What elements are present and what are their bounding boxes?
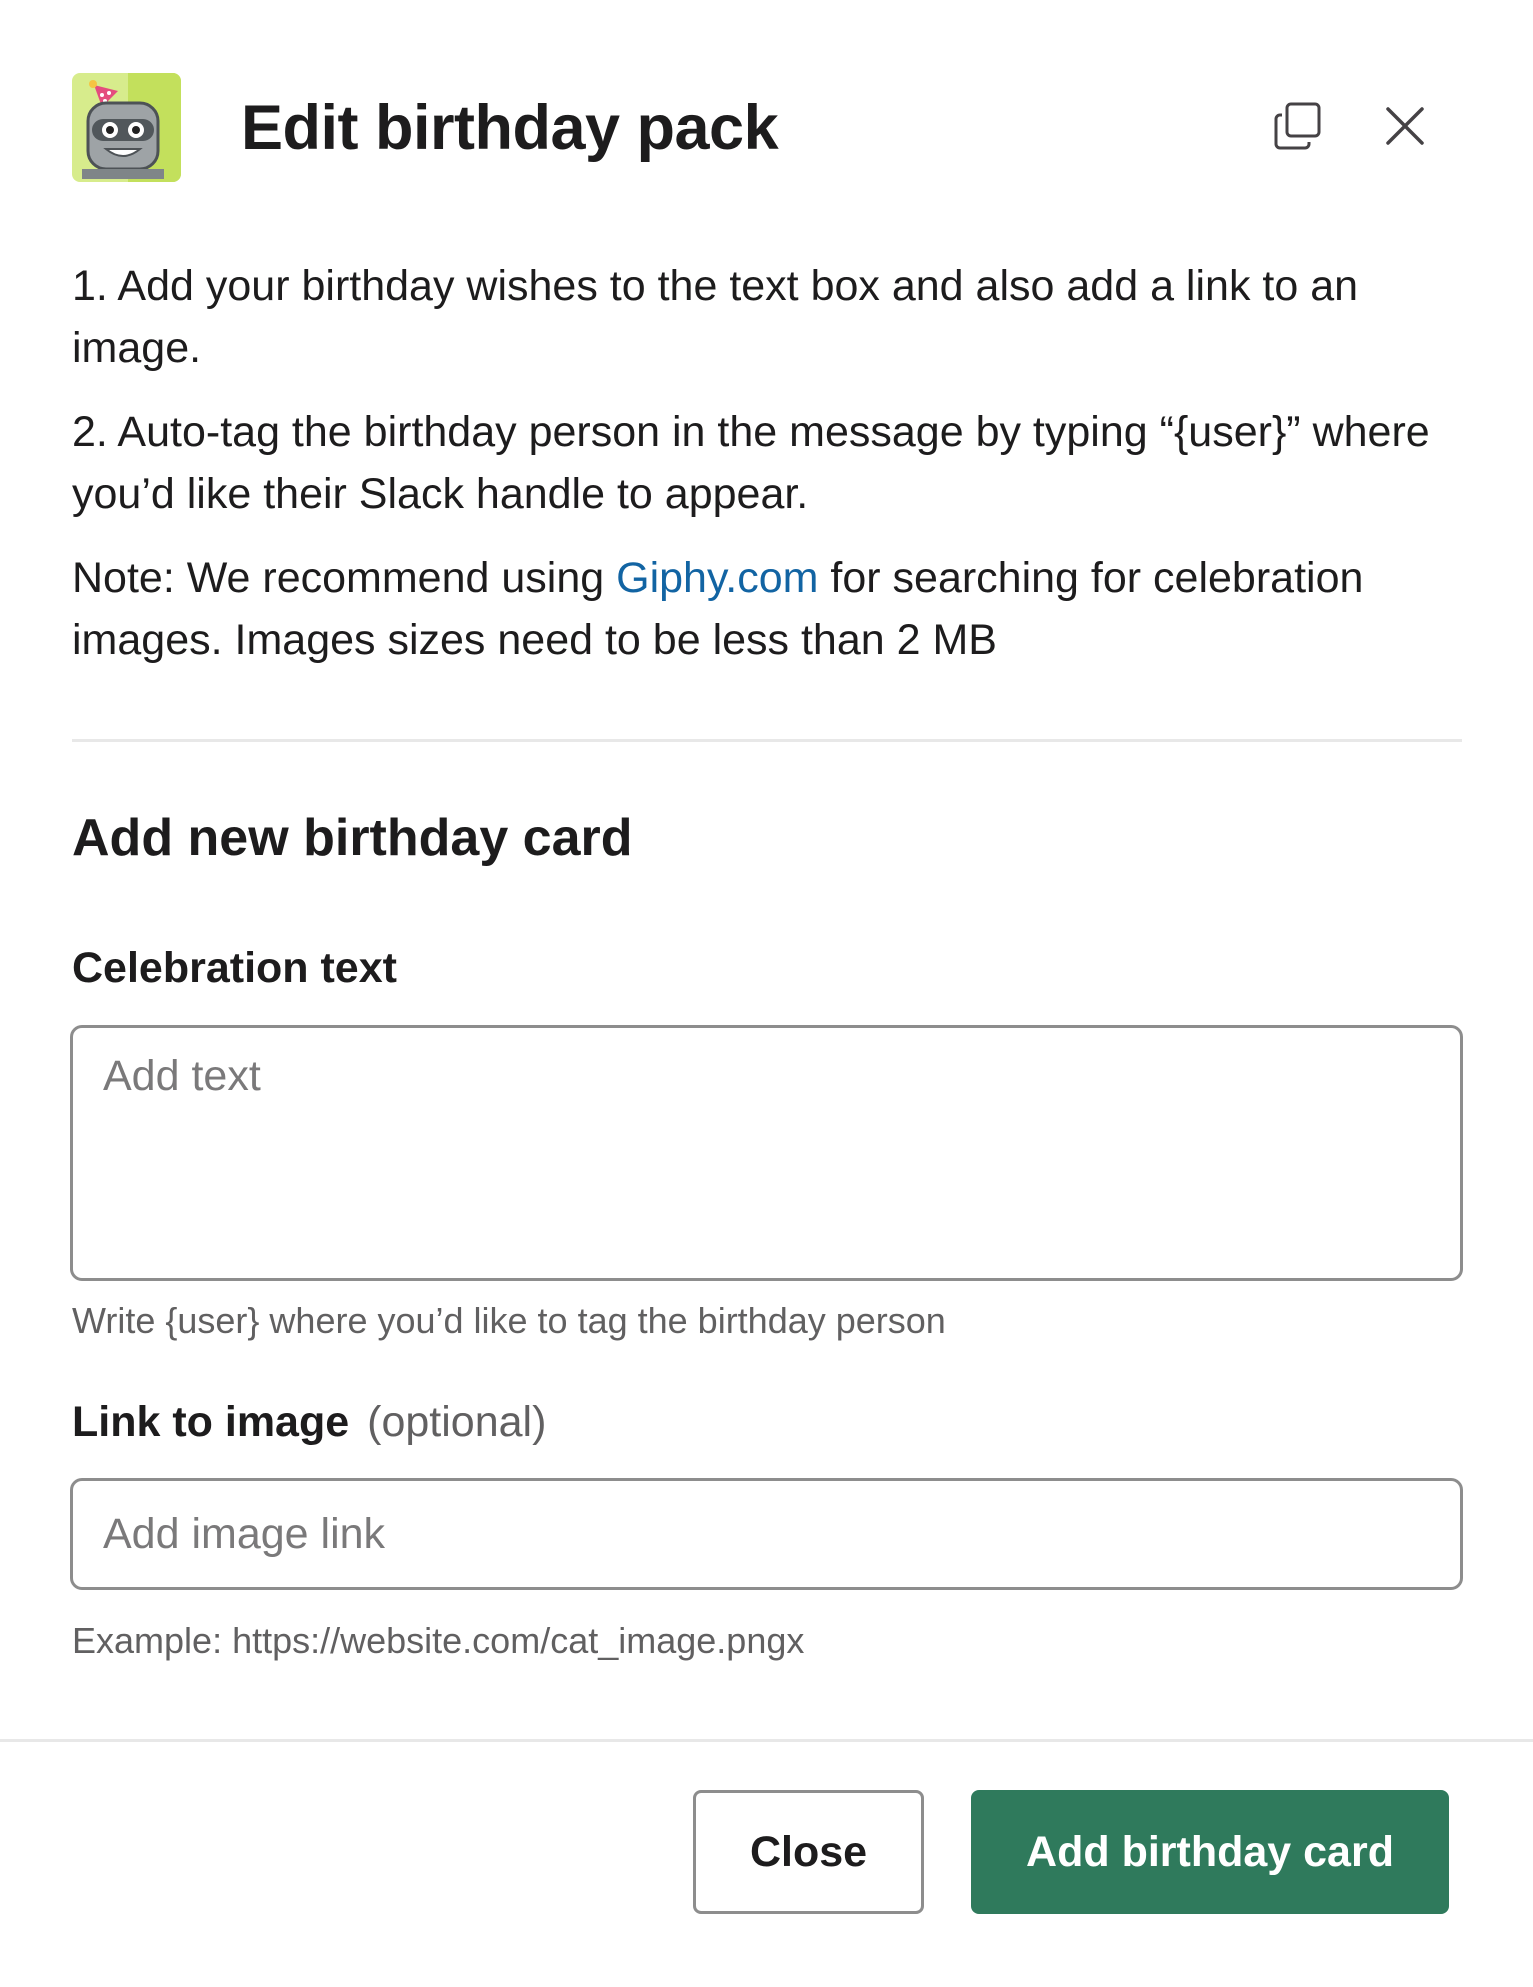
celebration-text-label: Celebration text	[72, 944, 397, 992]
footer-divider	[0, 1739, 1533, 1742]
close-icon	[1383, 104, 1427, 153]
divider	[72, 739, 1462, 742]
image-link-label: Link to image (optional)	[72, 1398, 546, 1447]
image-link-label-text: Link to image	[72, 1398, 350, 1446]
section-title: Add new birthday card	[72, 809, 633, 867]
giphy-link[interactable]: Giphy.com	[616, 554, 818, 602]
celebration-text-input[interactable]	[70, 1025, 1463, 1281]
optional-tag: (optional)	[367, 1398, 547, 1446]
close-modal-button[interactable]	[1372, 95, 1438, 161]
instruction-step-1: 1. Add your birthday wishes to the text …	[72, 262, 1359, 372]
birthday-robot-app-icon	[72, 73, 181, 182]
celebration-text-hint: Write {user} where you’d like to tag the…	[72, 1300, 946, 1341]
close-button[interactable]: Close	[693, 1790, 924, 1914]
note-prefix: Note: We recommend using	[72, 554, 617, 602]
image-link-hint: Example: https://website.com/cat_image.p…	[72, 1620, 805, 1661]
instruction-note: Note: We recommend using Giphy.com for s…	[72, 547, 1462, 671]
add-birthday-card-button[interactable]: Add birthday card	[971, 1790, 1449, 1914]
instructions: 1. Add your birthday wishes to the text …	[72, 255, 1462, 693]
modal-title: Edit birthday pack	[241, 93, 779, 163]
edit-birthday-pack-modal: Edit birthday pack 1. Add your birthday …	[0, 0, 1533, 1987]
popout-button[interactable]	[1265, 95, 1331, 161]
image-link-input[interactable]	[70, 1478, 1463, 1590]
popout-icon	[1273, 101, 1323, 156]
instruction-step-2: 2. Auto-tag the birthday person in the m…	[72, 408, 1430, 518]
modal-header: Edit birthday pack	[72, 73, 1462, 183]
